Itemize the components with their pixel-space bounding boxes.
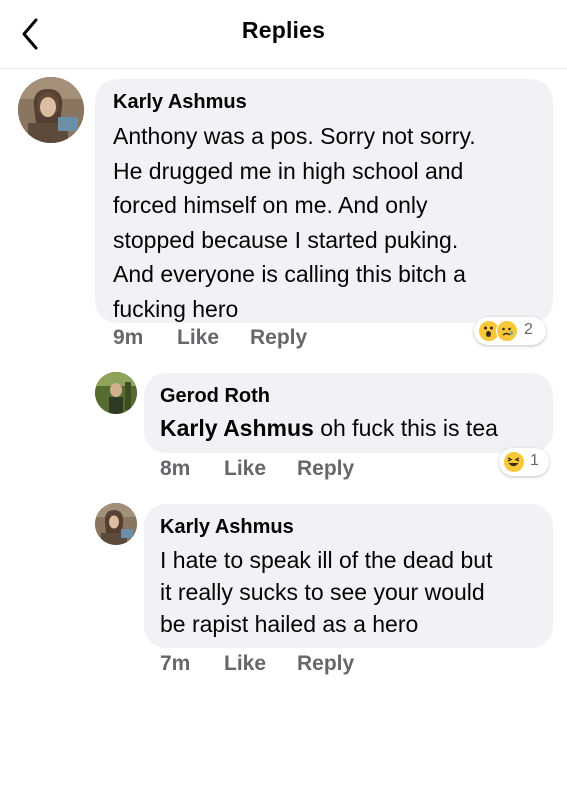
comment-line: And everyone is calling this bitch a: [113, 261, 466, 287]
like-button[interactable]: Like: [224, 652, 266, 676]
comment-line: stopped because I started puking.: [113, 226, 459, 253]
avatar[interactable]: [95, 372, 137, 414]
comment-bubble: Karly Ashmus Anthony was a pos. Sorry no…: [95, 79, 553, 323]
comment-line: forced himself on me. And only: [113, 192, 428, 218]
reaction-summary[interactable]: 2: [474, 317, 546, 345]
comment-text-body: oh fuck this is tea: [313, 415, 498, 441]
reaction-summary[interactable]: 1: [499, 448, 549, 476]
avatar[interactable]: [18, 77, 84, 143]
comment-author[interactable]: Gerod Roth: [160, 385, 270, 408]
profile-photo: [95, 503, 137, 545]
avatar[interactable]: [95, 503, 137, 545]
like-button[interactable]: Like: [177, 326, 219, 350]
comment-text: Anthony was a pos. Sorry not sorry. He d…: [113, 119, 476, 326]
reaction-count: 1: [530, 452, 539, 469]
page-title: Replies: [241, 17, 326, 43]
comment-line: I hate to speak ill of the dead but: [160, 547, 493, 573]
mention-link[interactable]: Karly Ashmus: [160, 415, 314, 441]
profile-photo: [18, 77, 84, 143]
comment-author[interactable]: Karly Ashmus: [113, 91, 247, 114]
comment-author[interactable]: Karly Ashmus: [160, 516, 294, 539]
profile-photo: [95, 372, 137, 414]
comment-line: fucking hero: [113, 295, 239, 322]
comment-bubble: Karly Ashmus I hate to speak ill of the …: [144, 504, 553, 648]
haha-emoji-icon: [503, 451, 525, 473]
comment-timestamp[interactable]: 7m: [160, 652, 190, 676]
header: Replies: [0, 0, 567, 69]
comment-line: be rapist hailed as a hero: [160, 611, 419, 637]
like-button[interactable]: Like: [224, 457, 266, 481]
comment-text: Karly Ashmus oh fuck this is tea: [160, 413, 498, 443]
comment-line: Anthony was a pos. Sorry not sorry.: [113, 123, 476, 149]
reply-button[interactable]: Reply: [297, 457, 354, 481]
comment-line: it really sucks to see your would: [160, 579, 485, 605]
comment-timestamp[interactable]: 8m: [160, 457, 190, 481]
comment-text: I hate to speak ill of the dead but it r…: [160, 544, 492, 640]
reply-button[interactable]: Reply: [250, 326, 307, 350]
comment-timestamp[interactable]: 9m: [113, 326, 143, 350]
reply-button[interactable]: Reply: [297, 652, 354, 676]
reaction-count: 2: [524, 321, 533, 338]
comment-line: He drugged me in high school and: [113, 157, 464, 184]
sad-emoji-icon: [496, 320, 518, 342]
comment-bubble: Gerod Roth Karly Ashmus oh fuck this is …: [144, 373, 553, 453]
